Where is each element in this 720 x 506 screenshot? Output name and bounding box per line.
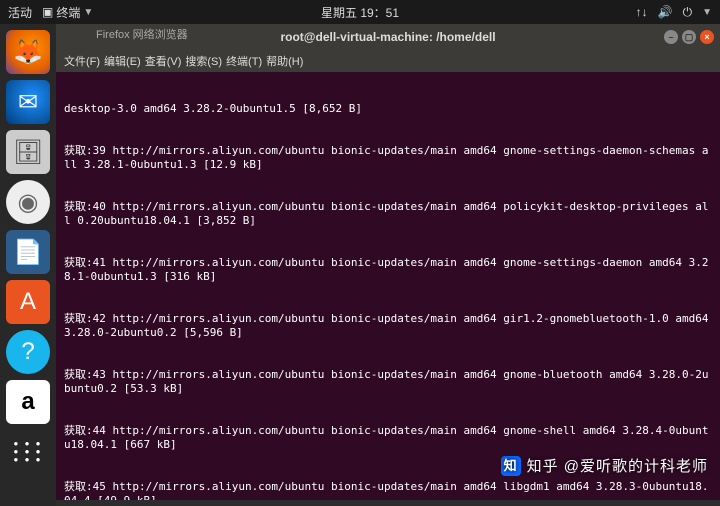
close-button[interactable]: × <box>700 30 714 44</box>
line: 获取:39 http://mirrors.aliyun.com/ubuntu b… <box>64 144 712 172</box>
activities[interactable]: 活动 <box>8 4 32 21</box>
dock-software[interactable]: A <box>6 280 50 324</box>
power-icon[interactable]: ⏻ <box>683 5 693 20</box>
menu-file[interactable]: 文件(F) <box>64 53 100 69</box>
menu-edit[interactable]: 编辑(E) <box>104 53 141 69</box>
dock-rhythmbox[interactable]: ◉ <box>6 180 50 224</box>
minimize-button[interactable]: – <box>664 30 678 44</box>
terminal-output[interactable]: desktop-3.0 amd64 3.28.2-0ubuntu1.5 [8,6… <box>56 72 720 500</box>
zhihu-icon: 知 <box>501 456 521 476</box>
sound-icon[interactable]: 🔊 <box>658 5 673 19</box>
menu-view[interactable]: 查看(V) <box>145 53 182 69</box>
menu-help[interactable]: 帮助(H) <box>266 53 303 69</box>
system-menu-icon[interactable]: ▼ <box>702 7 712 18</box>
dock-thunderbird[interactable]: ✉ <box>6 80 50 124</box>
line: 获取:44 http://mirrors.aliyun.com/ubuntu b… <box>64 424 712 452</box>
dock-amazon[interactable]: a <box>6 380 50 424</box>
dock-show-apps[interactable]: ● ● ●● ● ●● ● ● <box>6 430 50 474</box>
line: desktop-3.0 amd64 3.28.2-0ubuntu1.5 [8,6… <box>64 102 712 116</box>
terminal-window: Firefox 网络浏览器 root@dell-virtual-machine:… <box>56 24 720 500</box>
dock-help[interactable]: ? <box>6 330 50 374</box>
line: 获取:43 http://mirrors.aliyun.com/ubuntu b… <box>64 368 712 396</box>
line: 获取:40 http://mirrors.aliyun.com/ubuntu b… <box>64 200 712 228</box>
line: 获取:42 http://mirrors.aliyun.com/ubuntu b… <box>64 312 712 340</box>
menu-terminal[interactable]: 终端(T) <box>226 53 262 69</box>
dock-files[interactable]: 🗄 <box>6 130 50 174</box>
clock[interactable]: 星期五 19：51 <box>321 4 399 21</box>
dock-firefox[interactable]: 🦊 <box>6 30 50 74</box>
gnome-topbar: 活动 ▣ 终端 ▼ 星期五 19：51 ↑↓ 🔊 ⏻ ▼ <box>0 0 720 24</box>
tooltip: Firefox 网络浏览器 <box>96 26 188 42</box>
dock-libreoffice[interactable]: 📄 <box>6 230 50 274</box>
window-title: root@dell-virtual-machine: /home/dell <box>280 30 495 44</box>
watermark: 知 知乎 @爱听歌的计科老师 <box>501 455 708 476</box>
titlebar[interactable]: Firefox 网络浏览器 root@dell-virtual-machine:… <box>56 24 720 50</box>
line: 获取:45 http://mirrors.aliyun.com/ubuntu b… <box>64 480 712 500</box>
menubar: 文件(F) 编辑(E) 查看(V) 搜索(S) 终端(T) 帮助(H) <box>56 50 720 72</box>
network-icon[interactable]: ↑↓ <box>636 5 648 19</box>
maximize-button[interactable]: ▢ <box>682 30 696 44</box>
line: 获取:41 http://mirrors.aliyun.com/ubuntu b… <box>64 256 712 284</box>
menu-search[interactable]: 搜索(S) <box>185 53 222 69</box>
app-menu[interactable]: ▣ 终端 ▼ <box>42 4 93 21</box>
dock: 🦊 ✉ 🗄 ◉ 📄 A ? a ● ● ●● ● ●● ● ● <box>0 24 56 506</box>
